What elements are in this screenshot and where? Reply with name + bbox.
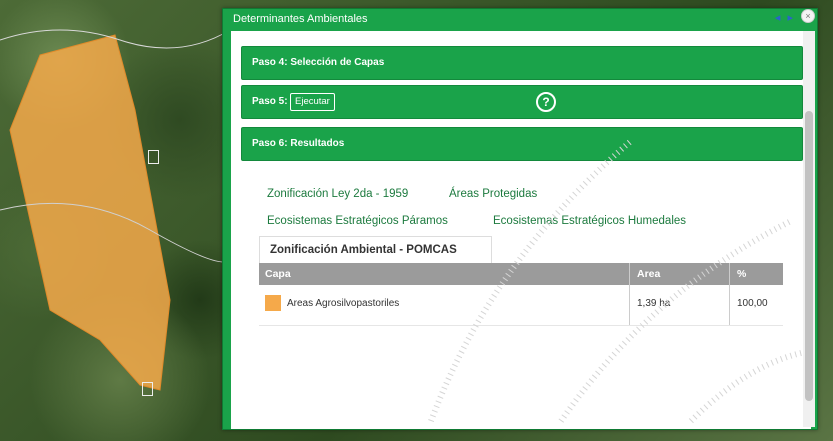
area-polygon xyxy=(9,34,171,391)
panel-scrollbar[interactable] xyxy=(803,31,815,427)
tab-ecosistemas-paramos[interactable]: Ecosistemas Estratégicos Páramos xyxy=(267,215,448,227)
table-row: Areas Agrosilvopastoriles 1,39 ha 100,00 xyxy=(259,285,783,326)
determinantes-panel: Determinantes Ambientales ◂ ▸ × Paso 4: … xyxy=(222,8,818,430)
panel-nav-icon[interactable]: ◂ ▸ xyxy=(775,11,795,24)
tab-ecosistemas-humedales[interactable]: Ecosistemas Estratégicos Humedales xyxy=(493,215,686,227)
step-6-label: Paso 6: Resultados xyxy=(252,138,345,149)
scroll-thumb[interactable] xyxy=(805,111,813,401)
tab-zonificacion-pomcas-label: Zonificación Ambiental - POMCAS xyxy=(270,244,457,256)
cell-capa: Areas Agrosilvopastoriles xyxy=(287,298,400,309)
step-4-label: Paso 4: Selección de Capas xyxy=(252,57,385,68)
step-5-header: Paso 5: Ejecutar ? xyxy=(241,85,803,119)
step-6-header[interactable]: Paso 6: Resultados xyxy=(241,127,803,161)
panel-title: Determinantes Ambientales xyxy=(233,13,368,25)
step-4-header[interactable]: Paso 4: Selección de Capas xyxy=(241,46,803,80)
tab-areas-protegidas[interactable]: Áreas Protegidas xyxy=(449,188,537,200)
header-capa: Capa xyxy=(265,268,291,280)
tab-zonificacion-pomcas[interactable]: Zonificación Ambiental - POMCAS xyxy=(259,236,492,265)
header-pct: % xyxy=(737,268,747,280)
map-marker[interactable] xyxy=(148,150,159,164)
cell-area: 1,39 ha xyxy=(637,298,671,309)
close-icon[interactable]: × xyxy=(801,9,815,23)
column-divider xyxy=(729,263,730,325)
map-marker[interactable] xyxy=(142,382,153,396)
execute-button[interactable]: Ejecutar xyxy=(290,93,335,111)
step-5-label: Paso 5: xyxy=(252,96,288,107)
help-icon[interactable]: ? xyxy=(536,92,556,112)
table-header: Capa Area % xyxy=(259,263,783,285)
header-area: Area xyxy=(637,268,661,280)
column-divider xyxy=(629,263,630,325)
cell-pct: 100,00 xyxy=(737,298,768,309)
panel-body: Paso 4: Selección de Capas Paso 5: Ejecu… xyxy=(231,31,811,429)
tab-zonificacion-ley[interactable]: Zonificación Ley 2da - 1959 xyxy=(267,188,408,200)
layer-color-swatch xyxy=(265,295,281,311)
